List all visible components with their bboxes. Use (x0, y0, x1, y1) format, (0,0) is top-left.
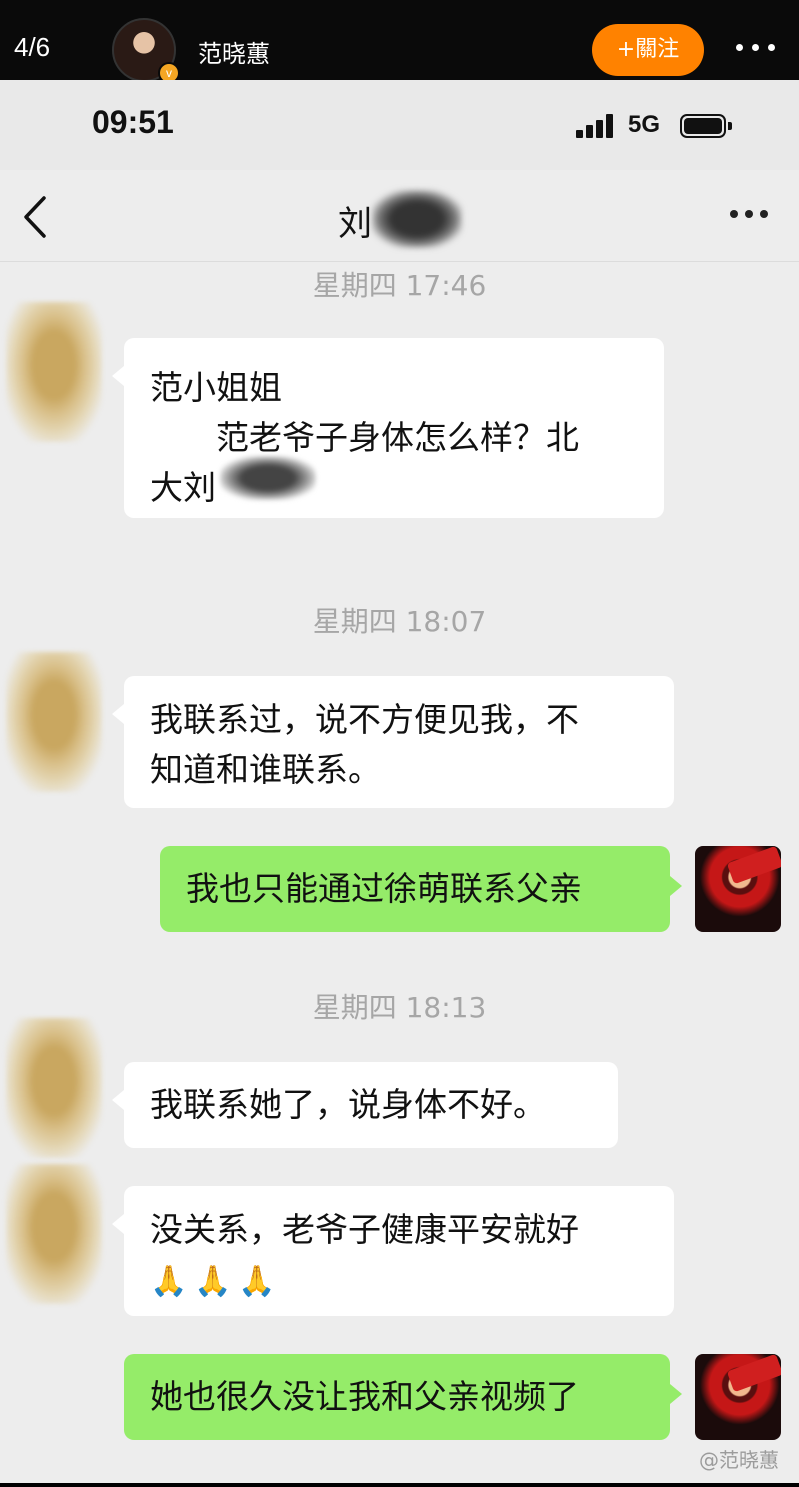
status-bar: 09:51 5G (0, 80, 799, 170)
follow-button[interactable]: +關注 (592, 24, 704, 76)
weibo-viewer-bar: 4/6 v 范晓蕙 +關注 (0, 0, 799, 84)
watermark: @范晓蕙 (699, 1448, 779, 1472)
self-avatar[interactable] (695, 846, 781, 932)
more-dots-icon[interactable] (728, 210, 770, 222)
timestamp: 星期四 17:46 (312, 269, 487, 302)
contact-avatar[interactable] (6, 652, 102, 792)
chat-screenshot: 09:51 5G 刘 星期四 17:46 范小姐姐 范老爷子身体怎么样？北 大刘… (0, 80, 799, 1483)
message-bubble-incoming[interactable]: 我联系过，说不方便见我，不 知道和谁联系。 (112, 676, 674, 808)
message-bubble-outgoing[interactable]: 我也只能通过徐萌联系父亲 (160, 846, 682, 932)
contact-avatar[interactable] (6, 302, 102, 442)
redacted-name (372, 190, 462, 248)
message-bubble-incoming[interactable]: 范小姐姐 范老爷子身体怎么样？北 大刘 (112, 338, 664, 518)
contact-avatar[interactable] (6, 1164, 102, 1304)
self-avatar[interactable] (695, 1354, 781, 1440)
status-time: 09:51 (92, 104, 174, 140)
chat-title: 刘 (338, 204, 372, 244)
message-text: 我也只能通过徐萌联系父亲 (186, 869, 582, 908)
pray-emoji-icon: 🙏 (238, 1264, 276, 1299)
chevron-left-icon[interactable] (20, 194, 50, 240)
timestamp: 星期四 18:07 (312, 605, 487, 638)
contact-avatar[interactable] (6, 1018, 102, 1158)
message-text: 她也很久没让我和父亲视频了 (150, 1377, 579, 1416)
pray-emoji-icon: 🙏 (150, 1264, 188, 1299)
message-text: 范小姐姐 (150, 368, 282, 407)
message-text: 没关系，老爷子健康平安就好 (150, 1210, 579, 1249)
message-text: 大刘 (150, 468, 216, 507)
bottom-edge (0, 1483, 799, 1487)
more-dots-icon[interactable] (734, 38, 778, 58)
pray-emoji-icon: 🙏 (194, 1264, 232, 1299)
redacted-text (220, 456, 316, 500)
emoji-row: 🙏 🙏 🙏 (150, 1254, 282, 1299)
network-type: 5G (628, 111, 661, 138)
message-text: 我联系过，说不方便见我，不 (150, 700, 579, 739)
message-text: 我联系她了，说身体不好。 (150, 1085, 546, 1124)
chat-header: 刘 (0, 170, 799, 262)
battery-icon (680, 114, 732, 138)
timestamp: 星期四 18:13 (312, 991, 487, 1024)
message-text: 知道和谁联系。 (150, 750, 381, 789)
author-name[interactable]: 范晓蕙 (198, 34, 270, 69)
image-counter: 4/6 (14, 32, 51, 62)
message-bubble-incoming[interactable]: 我联系她了，说身体不好。 (112, 1062, 618, 1148)
message-bubble-outgoing[interactable]: 她也很久没让我和父亲视频了 (124, 1354, 682, 1440)
message-bubble-incoming[interactable]: 没关系，老爷子健康平安就好 🙏 🙏 🙏 (112, 1186, 674, 1316)
signal-icon (576, 114, 616, 138)
